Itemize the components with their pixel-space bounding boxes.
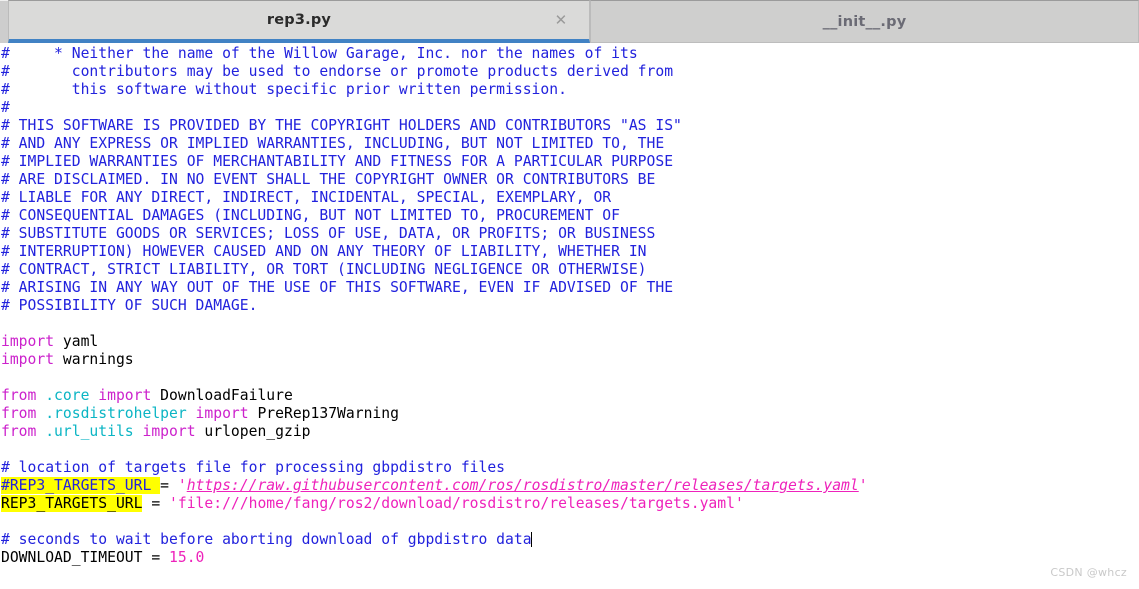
code-token: DownloadFailure	[151, 387, 293, 404]
code-token: from	[1, 405, 37, 422]
text-caret	[530, 532, 532, 547]
code-token: .core	[45, 387, 90, 404]
code-token: '	[858, 477, 868, 494]
code-line: # LIABLE FOR ANY DIRECT, INDIRECT, INCID…	[0, 189, 1139, 207]
code-token: https://raw.githubusercontent.com/ros/ro…	[186, 477, 859, 494]
code-line: # this software without specific prior w…	[0, 81, 1139, 99]
code-token: import	[142, 423, 196, 440]
tab-label-active: rep3.py	[266, 12, 332, 28]
code-token: # seconds to wait before aborting downlo…	[1, 531, 532, 548]
code-token: import	[1, 333, 55, 350]
tab-bar: rep3.py ✕ __init__.py	[0, 0, 1139, 43]
code-token: 15.0	[169, 549, 205, 566]
code-token: =	[142, 549, 170, 566]
code-token: # AND ANY EXPRESS OR IMPLIED WARRANTIES,…	[1, 135, 665, 152]
code-token: # * Neither the name of the Willow Garag…	[1, 45, 638, 62]
code-line: import yaml	[0, 333, 1139, 351]
code-line: # POSSIBILITY OF SUCH DAMAGE.	[0, 297, 1139, 315]
code-line: from .url_utils import urlopen_gzip	[0, 423, 1139, 441]
code-token: from	[1, 423, 37, 440]
code-token: from	[1, 387, 37, 404]
code-token: #REP3_TARGETS_URL	[1, 477, 161, 494]
code-token: # THIS SOFTWARE IS PROVIDED BY THE COPYR…	[1, 117, 682, 134]
code-line: ​	[0, 441, 1139, 459]
code-token: yaml	[54, 333, 99, 350]
code-token: .rosdistrohelper	[45, 405, 187, 422]
code-token: '	[177, 477, 187, 494]
code-line: # INTERRUPTION) HOWEVER CAUSED AND ON AN…	[0, 243, 1139, 261]
close-icon[interactable]: ✕	[553, 11, 569, 29]
code-token: import	[1, 351, 55, 368]
code-line: # SUBSTITUTE GOODS OR SERVICES; LOSS OF …	[0, 225, 1139, 243]
code-line: # ARISING IN ANY WAY OUT OF THE USE OF T…	[0, 279, 1139, 297]
code-line: # CONTRACT, STRICT LIABILITY, OR TORT (I…	[0, 261, 1139, 279]
code-token: import	[98, 387, 152, 404]
tab-label-inactive: __init__.py	[822, 13, 907, 30]
code-line: # IMPLIED WARRANTIES OF MERCHANTABILITY …	[0, 153, 1139, 171]
code-token: # POSSIBILITY OF SUCH DAMAGE.	[1, 297, 258, 314]
tab-init-py[interactable]: __init__.py	[590, 0, 1139, 43]
code-token: # SUBSTITUTE GOODS OR SERVICES; LOSS OF …	[1, 225, 656, 242]
code-line: from .rosdistrohelper import PreRep137Wa…	[0, 405, 1139, 423]
code-line: # THIS SOFTWARE IS PROVIDED BY THE COPYR…	[0, 117, 1139, 135]
code-line: ​	[0, 513, 1139, 531]
code-token: # INTERRUPTION) HOWEVER CAUSED AND ON AN…	[1, 243, 647, 260]
code-line: DOWNLOAD_TIMEOUT = 15.0	[0, 549, 1139, 567]
code-token: # contributors may be used to endorse or…	[1, 63, 674, 80]
code-token: # IMPLIED WARRANTIES OF MERCHANTABILITY …	[1, 153, 674, 170]
code-line: # * Neither the name of the Willow Garag…	[0, 45, 1139, 63]
code-token: # this software without specific prior w…	[1, 81, 567, 98]
tab-rep3-py[interactable]: rep3.py ✕	[8, 0, 590, 43]
code-line: # seconds to wait before aborting downlo…	[0, 531, 1139, 549]
code-token: urlopen_gzip	[195, 423, 311, 440]
code-line: #	[0, 99, 1139, 117]
code-token: =	[160, 477, 178, 494]
code-token: REP3_TARGETS_URL	[1, 495, 143, 512]
code-token: # CONSEQUENTIAL DAMAGES (INCLUDING, BUT …	[1, 207, 620, 224]
code-token: # location of targets file for processin…	[1, 459, 506, 476]
code-line: ​	[0, 315, 1139, 333]
code-token: #	[1, 99, 10, 116]
code-line: # contributors may be used to endorse or…	[0, 63, 1139, 81]
code-line: # ARE DISCLAIMED. IN NO EVENT SHALL THE …	[0, 171, 1139, 189]
code-line: #REP3_TARGETS_URL = 'https://raw.githubu…	[0, 477, 1139, 495]
code-line: # location of targets file for processin…	[0, 459, 1139, 477]
code-content[interactable]: # * Neither the name of the Willow Garag…	[0, 43, 1139, 567]
code-token: warnings	[54, 351, 134, 368]
code-token: # ARISING IN ANY WAY OUT OF THE USE OF T…	[1, 279, 674, 296]
code-token: # CONTRACT, STRICT LIABILITY, OR TORT (I…	[1, 261, 647, 278]
watermark: CSDN @whcz	[1050, 566, 1127, 579]
code-line: from .core import DownloadFailure	[0, 387, 1139, 405]
code-token: import	[195, 405, 249, 422]
code-line: ​	[0, 369, 1139, 387]
code-token: .url_utils	[45, 423, 134, 440]
code-token: # LIABLE FOR ANY DIRECT, INDIRECT, INCID…	[1, 189, 612, 206]
code-line: REP3_TARGETS_URL = 'file:///home/fang/ro…	[0, 495, 1139, 513]
code-editor[interactable]: # * Neither the name of the Willow Garag…	[0, 43, 1139, 589]
code-line: # CONSEQUENTIAL DAMAGES (INCLUDING, BUT …	[0, 207, 1139, 225]
code-token: DOWNLOAD_TIMEOUT	[1, 549, 143, 566]
code-token: =	[142, 495, 170, 512]
code-token: # ARE DISCLAIMED. IN NO EVENT SHALL THE …	[1, 171, 656, 188]
code-line: import warnings	[0, 351, 1139, 369]
tab-bar-left-gutter	[0, 0, 8, 43]
code-token: PreRep137Warning	[248, 405, 399, 422]
code-token: 'file:///home/fang/ros2/download/rosdist…	[169, 495, 744, 512]
code-line: # AND ANY EXPRESS OR IMPLIED WARRANTIES,…	[0, 135, 1139, 153]
